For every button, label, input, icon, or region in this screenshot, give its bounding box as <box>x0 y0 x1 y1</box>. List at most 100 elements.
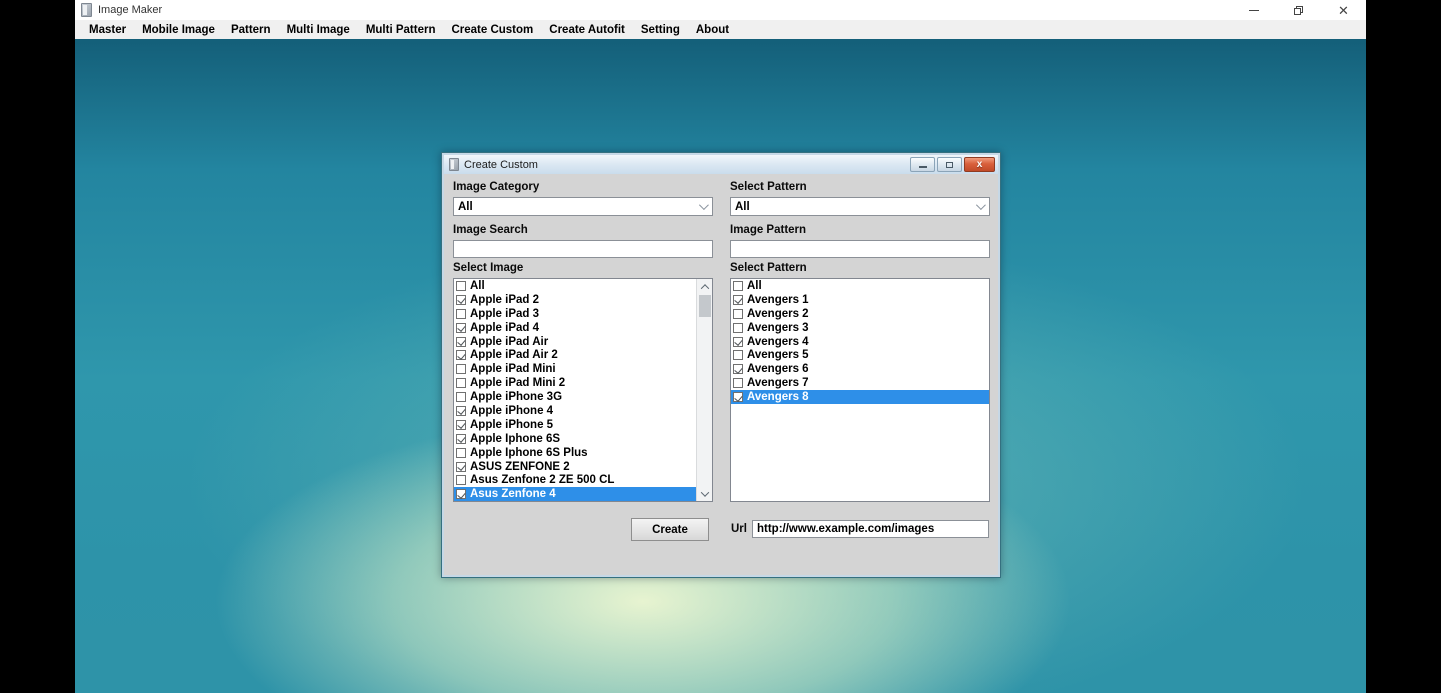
dialog-close-button[interactable]: x <box>964 157 995 172</box>
checkbox-checked-icon[interactable] <box>456 295 466 305</box>
window-titlebar: Image Maker ✕ <box>75 0 1366 20</box>
checkbox-icon[interactable] <box>733 378 743 388</box>
minimize-icon <box>1249 10 1259 11</box>
dialog-icon <box>449 158 459 171</box>
checkbox-checked-icon[interactable] <box>733 295 743 305</box>
list-item[interactable]: Avengers 8 <box>731 390 989 404</box>
list-item-label: Apple iPad 4 <box>470 322 539 334</box>
checkbox-icon[interactable] <box>733 309 743 319</box>
pattern-list[interactable]: AllAvengers 1Avengers 2Avengers 3 Avenger… <box>730 278 990 502</box>
list-item[interactable]: Apple iPad 4 <box>454 321 696 335</box>
list-item[interactable]: Avengers 2 <box>731 307 989 321</box>
menu-item-setting[interactable]: Setting <box>633 24 688 36</box>
image-category-label: Image Category <box>453 181 539 193</box>
menu-item-mobile-image[interactable]: Mobile Image <box>134 24 223 36</box>
list-item-label: Apple iPad Air 2 <box>470 349 558 361</box>
menu-item-pattern[interactable]: Pattern <box>223 24 279 36</box>
list-item[interactable]: Apple iPhone 5 <box>454 418 696 432</box>
list-item[interactable]: Avengers 5 <box>731 348 989 362</box>
dialog-title: Create Custom <box>464 159 538 171</box>
close-button[interactable]: ✕ <box>1321 0 1366 20</box>
list-item[interactable]: Avengers 7 <box>731 376 989 390</box>
url-input[interactable] <box>752 520 989 538</box>
checkbox-icon[interactable] <box>456 378 466 388</box>
list-item[interactable]: Apple iPad 2 <box>454 293 696 307</box>
list-item-label: Avengers 8 <box>747 391 809 403</box>
menu-item-multi-image[interactable]: Multi Image <box>279 24 358 36</box>
checkbox-icon[interactable] <box>456 281 466 291</box>
list-item-label: Avengers 3 <box>747 322 809 334</box>
dialog-titlebar[interactable]: Create Custom x <box>444 155 998 174</box>
image-pattern-input[interactable] <box>730 240 990 258</box>
pattern-category-select[interactable]: All <box>730 197 990 216</box>
list-item-label: ASUS ZENFONE 2 <box>470 461 570 473</box>
menu-bar: MasterMobile ImagePatternMulti ImageMult… <box>75 20 1366 39</box>
desktop-background: Create Custom x Image Category All Image… <box>75 39 1366 693</box>
checkbox-checked-icon[interactable] <box>456 420 466 430</box>
chevron-down-icon <box>976 200 986 210</box>
checkbox-icon[interactable] <box>456 309 466 319</box>
checkbox-checked-icon[interactable] <box>733 392 743 402</box>
list-item[interactable]: Apple iPhone 3G <box>454 390 696 404</box>
scrollbar-thumb[interactable] <box>699 295 711 317</box>
checkbox-checked-icon[interactable] <box>456 462 466 472</box>
menu-item-about[interactable]: About <box>688 24 737 36</box>
restore-button[interactable] <box>1276 0 1321 20</box>
checkbox-icon[interactable] <box>456 448 466 458</box>
list-item[interactable]: All <box>731 279 989 293</box>
list-item[interactable]: Avengers 4 <box>731 335 989 349</box>
checkbox-checked-icon[interactable] <box>733 337 743 347</box>
list-item[interactable]: Asus Zenfone 2 ZE 500 CL <box>454 473 696 487</box>
list-item[interactable]: Apple iPad Air <box>454 335 696 349</box>
list-item[interactable]: Apple iPad Mini <box>454 362 696 376</box>
checkbox-icon[interactable] <box>456 475 466 485</box>
list-item[interactable]: Apple Iphone 6S Plus <box>454 446 696 460</box>
scroll-down-icon <box>700 488 708 496</box>
image-list-scrollbar[interactable] <box>696 279 712 501</box>
dialog-minimize-button[interactable] <box>910 157 935 172</box>
image-search-input[interactable] <box>453 240 713 258</box>
list-item-label: Avengers 4 <box>747 336 809 348</box>
list-item-label: All <box>470 280 485 292</box>
checkbox-icon[interactable] <box>733 350 743 360</box>
list-item[interactable]: Apple iPhone 4 <box>454 404 696 418</box>
scrollbar-track[interactable] <box>697 294 712 486</box>
menu-item-create-custom[interactable]: Create Custom <box>443 24 541 36</box>
checkbox-checked-icon[interactable] <box>456 323 466 333</box>
dialog-body: Image Category All Image Search Select I… <box>444 174 998 575</box>
minimize-button[interactable] <box>1231 0 1276 20</box>
checkbox-icon[interactable] <box>733 281 743 291</box>
image-list[interactable]: AllApple iPad 2Apple iPad 3Apple iPad 4A… <box>453 278 713 502</box>
list-item[interactable]: Avengers 6 <box>731 362 989 376</box>
list-item[interactable]: Apple iPad Air 2 <box>454 348 696 362</box>
checkbox-icon[interactable] <box>733 323 743 333</box>
scroll-up-button[interactable] <box>697 279 713 294</box>
checkbox-checked-icon[interactable] <box>456 434 466 444</box>
scroll-down-button[interactable] <box>697 486 713 501</box>
list-item-label: Asus Zenfone 2 ZE 500 CL <box>470 474 614 486</box>
checkbox-checked-icon[interactable] <box>733 364 743 374</box>
menu-item-multi-pattern[interactable]: Multi Pattern <box>358 24 444 36</box>
checkbox-checked-icon[interactable] <box>456 337 466 347</box>
list-item-label: Avengers 6 <box>747 363 809 375</box>
checkbox-checked-icon[interactable] <box>456 406 466 416</box>
menu-item-master[interactable]: Master <box>81 24 134 36</box>
checkbox-checked-icon[interactable] <box>456 350 466 360</box>
list-item[interactable]: Avengers 1 <box>731 293 989 307</box>
image-category-select[interactable]: All <box>453 197 713 216</box>
list-item[interactable]: Apple iPad 3 <box>454 307 696 321</box>
checkbox-checked-icon[interactable] <box>456 489 466 499</box>
checkbox-icon[interactable] <box>456 392 466 402</box>
list-item[interactable]: Apple iPad Mini 2 <box>454 376 696 390</box>
list-item[interactable]: Avengers 3 <box>731 321 989 335</box>
menu-item-create-autofit[interactable]: Create Autofit <box>541 24 633 36</box>
list-item-label: Apple iPad Mini 2 <box>470 377 565 389</box>
list-item[interactable]: All <box>454 279 696 293</box>
create-button[interactable]: Create <box>631 518 709 541</box>
list-item-label: Apple iPhone 3G <box>470 391 562 403</box>
list-item[interactable]: Apple Iphone 6S <box>454 432 696 446</box>
list-item[interactable]: ASUS ZENFONE 2 <box>454 460 696 474</box>
checkbox-icon[interactable] <box>456 364 466 374</box>
list-item[interactable]: Asus Zenfone 4 <box>454 487 696 501</box>
dialog-maximize-button[interactable] <box>937 157 962 172</box>
